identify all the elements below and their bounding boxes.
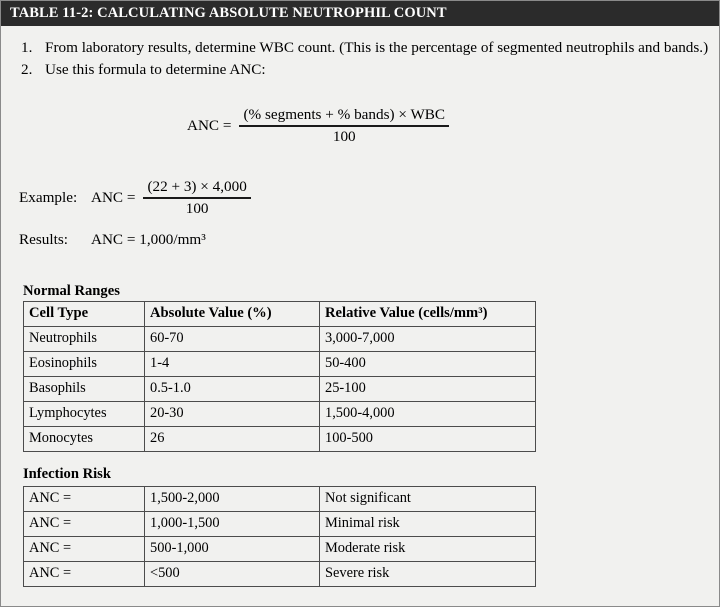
table-row: ANC = 1,500-2,000 Not significant	[23, 486, 536, 512]
anc-formula-numerator: (% segments + % bands) × WBC	[243, 106, 446, 123]
cell-type: Eosinophils	[23, 351, 145, 377]
table-row: ANC = <500 Severe risk	[23, 561, 536, 587]
results-label: Results:	[19, 231, 68, 248]
normal-ranges-table: Cell Type Absolute Value (%) Relative Va…	[23, 301, 536, 452]
cell-relative-value: 1,500-4,000	[319, 401, 536, 427]
results-line: Results: ANC = 1,000/mm³	[19, 231, 206, 249]
results-value: ANC = 1,000/mm³	[91, 231, 206, 248]
example-fraction: (22 + 3) × 4,000 100	[143, 178, 251, 218]
cell-type: Neutrophils	[23, 326, 145, 352]
cell-anc-label: ANC =	[23, 561, 145, 587]
table-row: Lymphocytes 20-30 1,500-4,000	[23, 401, 536, 427]
infection-risk-table: ANC = 1,500-2,000 Not significant ANC = …	[23, 486, 536, 587]
cell-absolute-value: 0.5-1.0	[144, 376, 320, 402]
cell-risk-level: Moderate risk	[319, 536, 536, 562]
list-item: 2. Use this formula to determine ANC:	[19, 60, 713, 80]
example-numerator: (22 + 3) × 4,000	[147, 178, 247, 195]
list-item-text: From laboratory results, determine WBC c…	[45, 39, 709, 56]
normal-ranges-caption: Normal Ranges	[23, 283, 120, 299]
cell-absolute-value: 20-30	[144, 401, 320, 427]
infection-risk-caption: Infection Risk	[23, 466, 111, 482]
list-item-text: Use this formula to determine ANC:	[45, 61, 266, 78]
cell-anc-label: ANC =	[23, 511, 145, 537]
table-row: Basophils 0.5-1.0 25-100	[23, 376, 536, 402]
example-denominator: 100	[185, 199, 209, 217]
document-body: 1. From laboratory results, determine WB…	[1, 26, 719, 606]
list-item-number: 2.	[21, 61, 33, 78]
cell-risk-level: Severe risk	[319, 561, 536, 587]
cell-anc-label: ANC =	[23, 536, 145, 562]
table-row: Neutrophils 60-70 3,000-7,000	[23, 326, 536, 352]
cell-risk-level: Not significant	[319, 486, 536, 512]
cell-absolute-value: 26	[144, 426, 320, 452]
anc-formula-denominator: 100	[332, 127, 356, 145]
document-page: TABLE 11-2: CALCULATING ABSOLUTE NEUTROP…	[0, 0, 720, 607]
cell-relative-value: 3,000-7,000	[319, 326, 536, 352]
cell-anc-range: 1,500-2,000	[144, 486, 320, 512]
table-row: Monocytes 26 100-500	[23, 426, 536, 452]
list-item: 1. From laboratory results, determine WB…	[19, 38, 713, 58]
table-title-bar: TABLE 11-2: CALCULATING ABSOLUTE NEUTROP…	[1, 1, 719, 26]
cell-type: Basophils	[23, 376, 145, 402]
column-header-relative-value: Relative Value (cells/mm³)	[319, 301, 536, 327]
anc-formula-fraction: (% segments + % bands) × WBC 100	[239, 106, 450, 146]
table-row: Eosinophils 1-4 50-400	[23, 351, 536, 377]
cell-risk-level: Minimal risk	[319, 511, 536, 537]
cell-absolute-value: 60-70	[144, 326, 320, 352]
cell-relative-value: 25-100	[319, 376, 536, 402]
cell-anc-range: 500-1,000	[144, 536, 320, 562]
column-header-absolute-value: Absolute Value (%)	[144, 301, 320, 327]
cell-type: Lymphocytes	[23, 401, 145, 427]
anc-formula-lhs: ANC =	[187, 116, 232, 134]
example-label: Example:	[19, 188, 78, 206]
anc-formula: ANC = (% segments + % bands) × WBC 100	[187, 106, 450, 146]
list-item-number: 1.	[21, 39, 33, 56]
column-header-cell-type: Cell Type	[23, 301, 145, 327]
cell-relative-value: 100-500	[319, 426, 536, 452]
cell-relative-value: 50-400	[319, 351, 536, 377]
table-row: ANC = 500-1,000 Moderate risk	[23, 536, 536, 562]
cell-anc-range: <500	[144, 561, 320, 587]
table-header-row: Cell Type Absolute Value (%) Relative Va…	[23, 301, 536, 327]
cell-anc-label: ANC =	[23, 486, 145, 512]
cell-absolute-value: 1-4	[144, 351, 320, 377]
example-formula-lhs: ANC =	[91, 188, 136, 206]
example-calculation: Example: ANC = (22 + 3) × 4,000 100	[19, 178, 251, 218]
cell-type: Monocytes	[23, 426, 145, 452]
table-row: ANC = 1,000-1,500 Minimal risk	[23, 511, 536, 537]
instruction-list: 1. From laboratory results, determine WB…	[19, 38, 713, 80]
page-title: TABLE 11-2: CALCULATING ABSOLUTE NEUTROP…	[10, 5, 447, 21]
cell-anc-range: 1,000-1,500	[144, 511, 320, 537]
